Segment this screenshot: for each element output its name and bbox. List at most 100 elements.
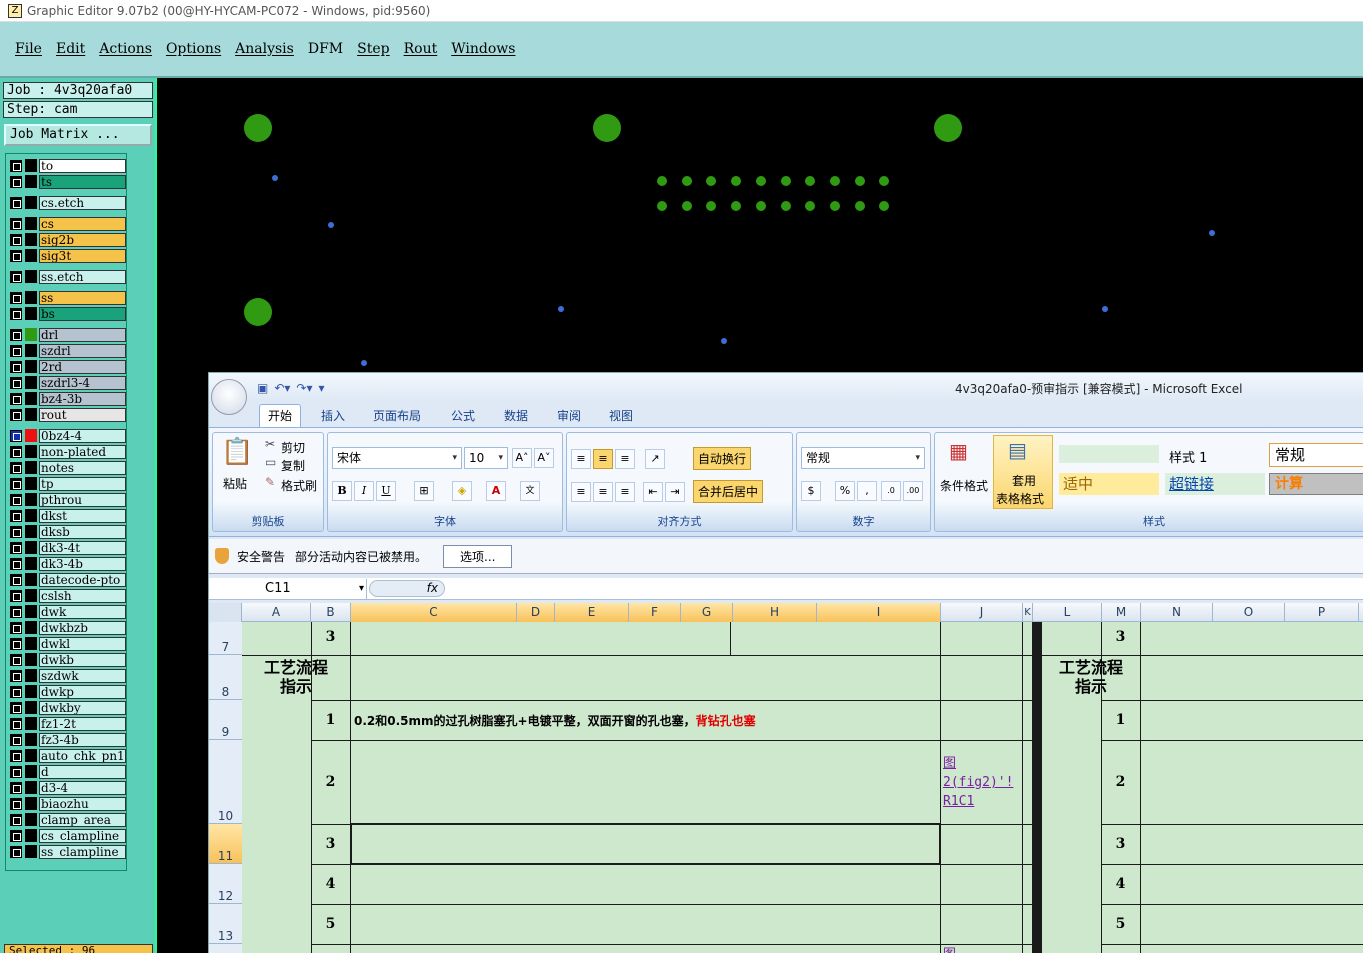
merge-center-button[interactable]: 合并后居中 xyxy=(693,480,764,503)
layer-affected-toggle[interactable] xyxy=(25,797,37,810)
layer-checkbox[interactable] xyxy=(10,291,22,304)
align-center-icon[interactable]: ≡ xyxy=(593,482,613,502)
layer-row[interactable]: drl xyxy=(8,327,126,342)
menu-actions[interactable]: Actions xyxy=(99,41,152,57)
layer-name[interactable]: fz1-2t xyxy=(39,716,126,731)
sheet-grid[interactable]: 3 3 工艺流程 指示 工艺流程 指示 1 0.2和0.5mm的过孔树脂塞孔+电… xyxy=(242,622,1363,953)
layer-affected-toggle[interactable] xyxy=(25,445,37,458)
layer-row[interactable]: dk3-4t xyxy=(8,540,126,555)
menu-analysis[interactable]: Analysis xyxy=(235,41,294,57)
align-left-icon[interactable]: ≡ xyxy=(571,482,591,502)
layer-checkbox[interactable] xyxy=(10,717,22,730)
layer-checkbox[interactable] xyxy=(10,493,22,506)
layer-checkbox[interactable] xyxy=(10,605,22,618)
style-calculation-swatch[interactable]: 计算 xyxy=(1269,473,1363,495)
layer-name[interactable]: dwkp xyxy=(39,684,126,699)
layer-checkbox[interactable] xyxy=(10,249,22,262)
layer-checkbox[interactable] xyxy=(10,344,22,357)
layer-affected-toggle[interactable] xyxy=(25,765,37,778)
layer-affected-toggle[interactable] xyxy=(25,525,37,538)
cell-b11[interactable]: 3 xyxy=(311,836,350,852)
copy-icon[interactable]: ▭ xyxy=(265,455,276,469)
layer-affected-toggle[interactable] xyxy=(25,429,37,442)
layer-row[interactable]: auto_chk_pn1 xyxy=(8,748,126,763)
layer-row[interactable]: cs_clampline xyxy=(8,828,126,843)
layer-name[interactable]: dwkbzb xyxy=(39,620,126,635)
layer-affected-toggle[interactable] xyxy=(25,461,37,474)
col-header-d[interactable]: D xyxy=(517,603,555,622)
layer-affected-toggle[interactable] xyxy=(25,685,37,698)
layer-affected-toggle[interactable] xyxy=(25,493,37,506)
layer-row[interactable]: dk3-4b xyxy=(8,556,126,571)
row-header-8[interactable]: 8 xyxy=(209,655,242,700)
style-1-swatch[interactable]: 样式 1 xyxy=(1169,447,1207,466)
layer-name[interactable]: 0bz4-4 xyxy=(39,428,126,443)
cell-m13[interactable]: 5 xyxy=(1101,916,1140,932)
tab-data[interactable]: 数据 xyxy=(504,407,528,424)
align-middle-icon[interactable]: ≡ xyxy=(593,449,613,469)
menu-windows[interactable]: Windows xyxy=(451,41,515,57)
align-top-icon[interactable]: ≡ xyxy=(571,449,591,469)
layer-affected-toggle[interactable] xyxy=(25,233,37,246)
tab-review[interactable]: 审阅 xyxy=(557,407,581,424)
align-right-icon[interactable]: ≡ xyxy=(615,482,635,502)
layer-row[interactable]: 0bz4-4 xyxy=(8,428,126,443)
layer-row[interactable]: bs xyxy=(8,306,126,321)
layer-name[interactable]: dkst xyxy=(39,508,126,523)
save-icon[interactable]: ▣ xyxy=(257,381,268,395)
layer-row[interactable]: d xyxy=(8,764,126,779)
layer-row[interactable]: ss xyxy=(8,290,126,305)
active-cell-c11[interactable] xyxy=(350,823,941,865)
layer-row[interactable]: szdwk xyxy=(8,668,126,683)
security-options-button[interactable]: 选项... xyxy=(443,544,513,568)
layer-name[interactable]: drl xyxy=(39,327,126,342)
col-header-p[interactable]: P xyxy=(1285,603,1359,622)
layer-affected-toggle[interactable] xyxy=(25,344,37,357)
cell-m12[interactable]: 4 xyxy=(1101,876,1140,892)
cut-icon[interactable]: ✂ xyxy=(265,437,275,451)
layer-affected-toggle[interactable] xyxy=(25,541,37,554)
layer-affected-toggle[interactable] xyxy=(25,669,37,682)
bold-icon[interactable]: B xyxy=(332,481,352,501)
style-neutral-swatch[interactable]: 适中 xyxy=(1059,473,1159,495)
layer-affected-toggle[interactable] xyxy=(25,291,37,304)
layer-checkbox[interactable] xyxy=(10,376,22,389)
font-size-select[interactable]: 10 xyxy=(464,447,508,469)
row-header-12[interactable]: 12 xyxy=(209,864,242,904)
layer-row[interactable]: clamp_area xyxy=(8,812,126,827)
layer-row[interactable]: notes xyxy=(8,460,126,475)
layer-affected-toggle[interactable] xyxy=(25,159,37,172)
style-hyperlink-swatch[interactable]: 超链接 xyxy=(1165,473,1265,495)
cell-m9[interactable]: 1 xyxy=(1101,712,1140,728)
layer-affected-toggle[interactable] xyxy=(25,360,37,373)
layer-name[interactable]: fz3-4b xyxy=(39,732,126,747)
layer-row[interactable]: cs.etch xyxy=(8,195,126,210)
copy-button[interactable]: 复制 xyxy=(281,457,305,474)
cell-c9[interactable]: 0.2和0.5mm的过孔树脂塞孔+电镀平整，双面开窗的孔也塞，背钻孔也塞 xyxy=(354,712,756,729)
cell-b12[interactable]: 4 xyxy=(311,876,350,892)
layer-checkbox[interactable] xyxy=(10,781,22,794)
phonetic-icon[interactable]: 文 xyxy=(520,481,540,501)
layer-checkbox[interactable] xyxy=(10,445,22,458)
cell-j14-link[interactable]: 图 xyxy=(943,945,956,953)
layer-checkbox[interactable] xyxy=(10,557,22,570)
col-header-k[interactable]: K xyxy=(1023,603,1033,622)
layer-checkbox[interactable] xyxy=(10,392,22,405)
cell-b9[interactable]: 1 xyxy=(311,712,350,728)
layer-checkbox[interactable] xyxy=(10,669,22,682)
col-header-a[interactable]: A xyxy=(242,603,311,622)
decrease-decimal-icon[interactable]: .00 xyxy=(903,481,923,501)
format-as-table-button[interactable]: ▤ 套用 表格格式 xyxy=(993,435,1053,509)
col-header-b[interactable]: B xyxy=(311,603,351,622)
layer-affected-toggle[interactable] xyxy=(25,605,37,618)
layer-affected-toggle[interactable] xyxy=(25,589,37,602)
menu-rout[interactable]: Rout xyxy=(404,41,438,57)
row-header-9[interactable]: 9 xyxy=(209,700,242,740)
layer-checkbox[interactable] xyxy=(10,217,22,230)
layer-checkbox[interactable] xyxy=(10,175,22,188)
layer-row[interactable]: dwkl xyxy=(8,636,126,651)
select-all-corner[interactable] xyxy=(209,603,242,622)
col-header-h[interactable]: H xyxy=(733,603,817,622)
layer-checkbox[interactable] xyxy=(10,360,22,373)
layer-row[interactable]: dwkby xyxy=(8,700,126,715)
